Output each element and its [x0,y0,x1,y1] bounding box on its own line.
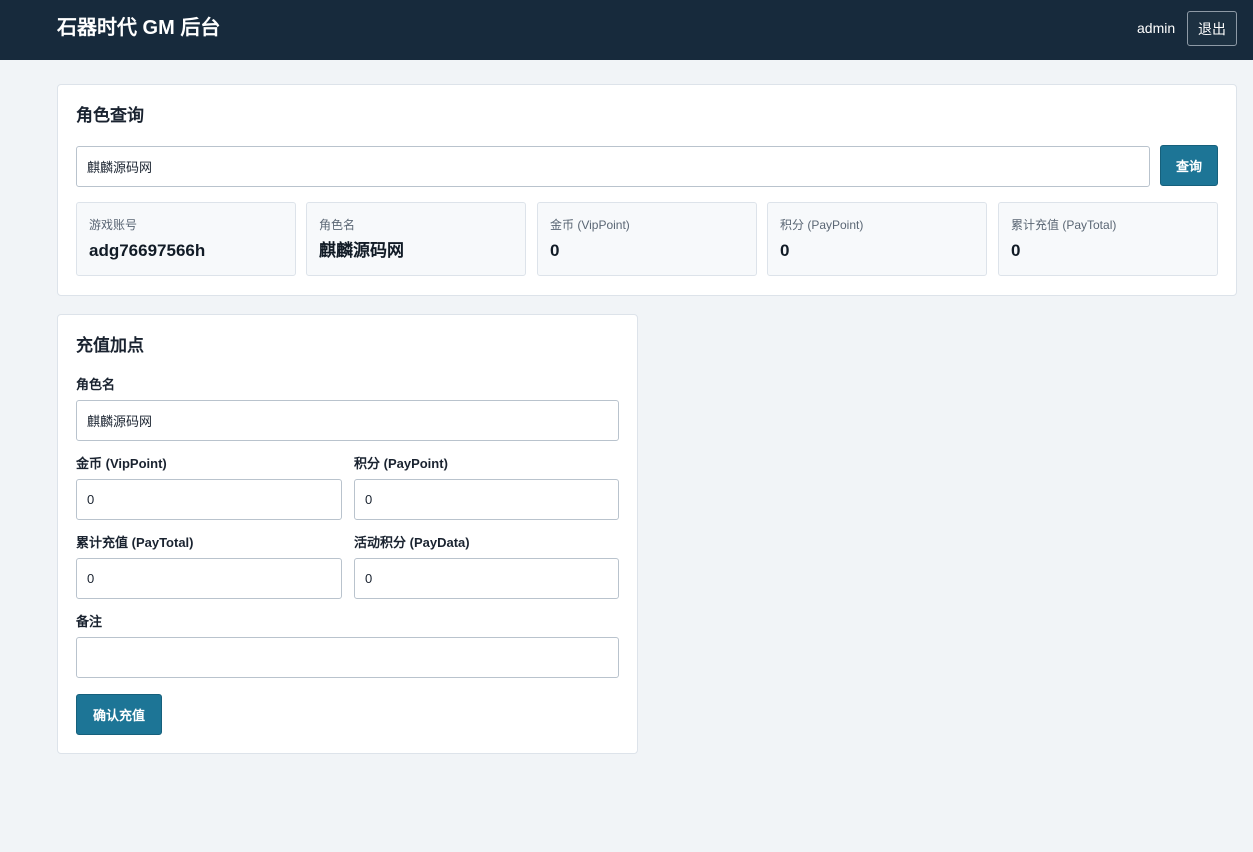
recharge-card: 充值加点 角色名 麒麟源码网 金币 (VipPoint) 0 积分 (PayPo… [57,314,638,754]
info-paytotal: 累计充值 (PayTotal) 0 [998,202,1218,276]
info-account: 游戏账号 adg76697566h [76,202,296,276]
info-role-name: 角色名 麒麟源码网 [306,202,526,276]
role-name-input[interactable]: 麒麟源码网 [76,400,619,441]
info-value: 0 [780,241,790,260]
search-button[interactable]: 查询 [1160,145,1218,186]
info-label: 游戏账号 [89,218,138,232]
role-query-title: 角色查询 [76,106,144,125]
vippoint-input[interactable]: 0 [76,479,342,520]
note-input[interactable] [76,637,619,678]
info-value: 0 [1011,241,1021,260]
paypoint-label: 积分 (PayPoint) [354,456,448,471]
logout-button[interactable]: 退出 [1187,11,1237,46]
paydata-label: 活动积分 (PayData) [354,535,470,550]
info-label: 累计充值 (PayTotal) [1011,218,1117,232]
top-bar: 石器时代 GM 后台 admin 退出 [0,0,1253,60]
paydata-input[interactable]: 0 [354,558,619,599]
username: admin [1137,20,1176,36]
info-label: 积分 (PayPoint) [780,218,864,232]
paypoint-input[interactable]: 0 [354,479,619,520]
role-query-card: 角色查询 麒麟源码网 查询 游戏账号 adg76697566h 角色名 麒麟源码… [57,84,1237,296]
info-value: adg76697566h [89,241,206,260]
info-label: 金币 (VipPoint) [550,218,630,232]
recharge-title: 充值加点 [76,336,144,355]
confirm-recharge-button[interactable]: 确认充值 [76,694,162,735]
role-name-label: 角色名 [76,377,116,392]
role-search-input[interactable]: 麒麟源码网 [76,146,1150,187]
paytotal-input[interactable]: 0 [76,558,342,599]
app-title: 石器时代 GM 后台 [57,17,221,39]
info-value: 麒麟源码网 [319,241,404,260]
info-vippoint: 金币 (VipPoint) 0 [537,202,757,276]
note-label: 备注 [76,614,103,629]
info-value: 0 [550,241,560,260]
info-paypoint: 积分 (PayPoint) 0 [767,202,987,276]
info-label: 角色名 [319,218,356,232]
vippoint-label: 金币 (VipPoint) [76,456,167,471]
paytotal-label: 累计充值 (PayTotal) [76,535,194,550]
